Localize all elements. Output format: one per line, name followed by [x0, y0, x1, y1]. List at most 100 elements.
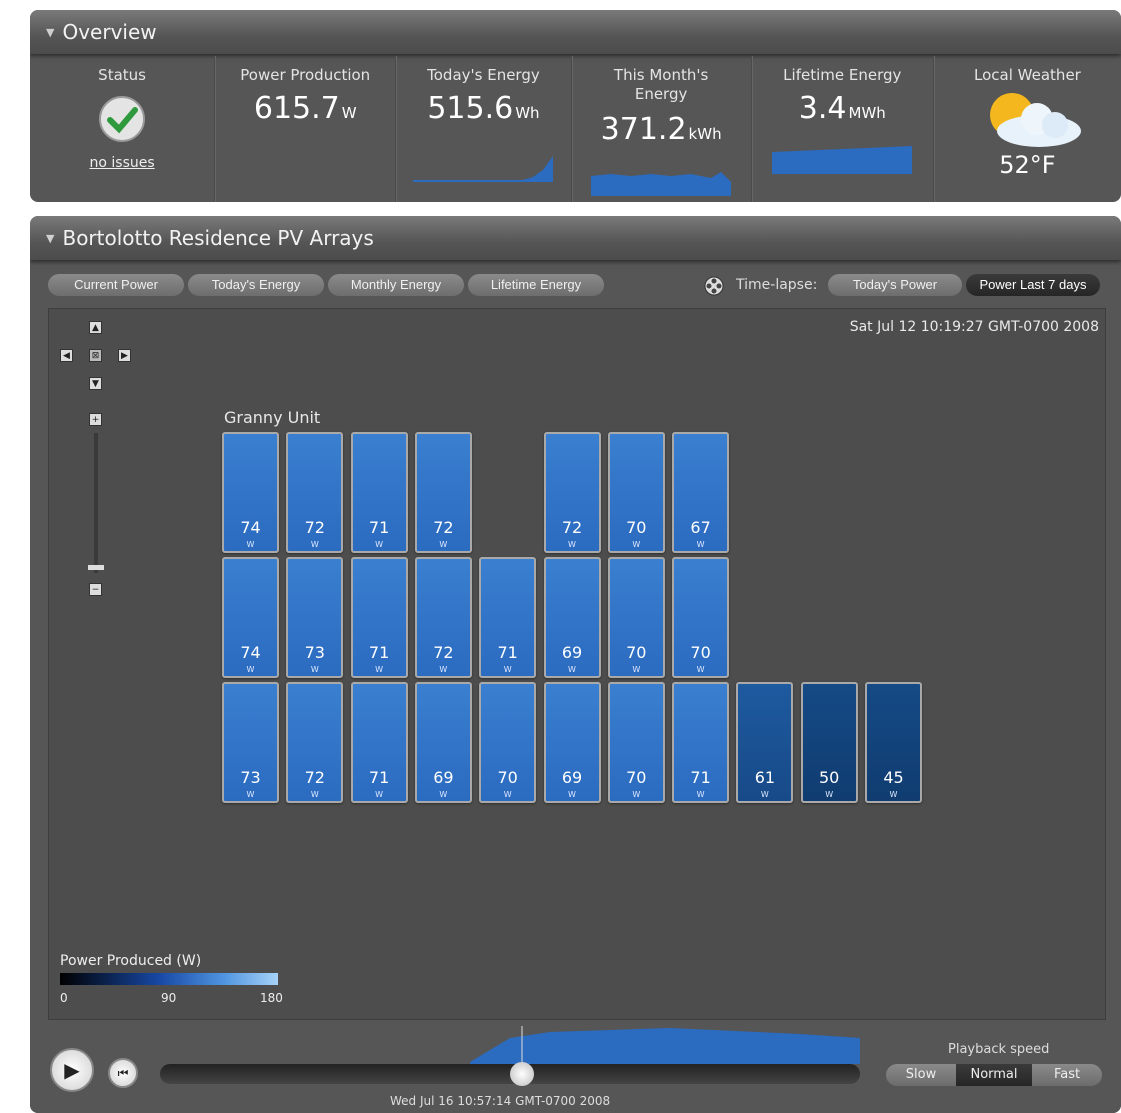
pv-panel-value: 72: [433, 643, 454, 662]
pv-panel-unit: W: [632, 665, 641, 674]
pv-panel[interactable]: 70 W: [607, 682, 665, 803]
pv-panel[interactable]: 72 W: [414, 557, 472, 678]
pv-panel-unit: W: [310, 790, 319, 799]
pv-panel-value: 45: [883, 768, 904, 787]
arrays-panel: ▼ Bortolotto Residence PV Arrays Current…: [30, 216, 1121, 1113]
today-energy-unit: Wh: [515, 104, 540, 122]
today-energy-cell: Today's Energy 515.6 Wh: [396, 56, 572, 202]
collapse-triangle-icon[interactable]: ▼: [46, 232, 54, 245]
pv-panel[interactable]: 69 W: [543, 557, 601, 678]
overview-header[interactable]: ▼ Overview: [30, 10, 1121, 54]
pv-panel[interactable]: 69 W: [414, 682, 472, 803]
pv-panel[interactable]: 71 W: [350, 682, 408, 803]
array-canvas[interactable]: Sat Jul 12 10:19:27 GMT-0700 2008 ▲ ◀ ⊠ …: [48, 308, 1106, 1020]
pv-panel[interactable]: 71 W: [350, 557, 408, 678]
month-energy-label: This Month's Energy: [613, 66, 709, 103]
pv-panel[interactable]: 72 W: [286, 432, 344, 553]
legend-title: Power Produced (W): [60, 953, 202, 969]
pv-panel-unit: W: [632, 540, 641, 549]
pv-panel-unit: W: [375, 790, 384, 799]
pv-panel-value: 72: [304, 768, 325, 787]
pv-panel-unit: W: [889, 790, 898, 799]
zoom-out-button[interactable]: −: [89, 583, 102, 596]
pan-left-button[interactable]: ◀: [60, 349, 73, 362]
speed-slow-button[interactable]: Slow: [886, 1064, 956, 1086]
tab-monthly-energy[interactable]: Monthly Energy: [328, 274, 464, 296]
pv-panel-unit: W: [503, 790, 512, 799]
pv-panel[interactable]: 72 W: [286, 682, 344, 803]
pan-up-button[interactable]: ▲: [89, 321, 102, 334]
pv-panel[interactable]: 50 W: [800, 682, 858, 803]
zoom-slider-track[interactable]: [94, 433, 98, 573]
playback-energy-curve: [470, 1026, 860, 1064]
pv-panel[interactable]: 72 W: [543, 432, 601, 553]
pv-panel[interactable]: 61 W: [736, 682, 794, 803]
pan-center-button[interactable]: ⊠: [89, 349, 102, 362]
overview-panel: ▼ Overview Status no issues Power Produc…: [30, 10, 1121, 202]
pv-panel-value: 71: [368, 518, 390, 537]
pv-panel[interactable]: 71 W: [350, 432, 408, 553]
power-unit: W: [341, 104, 357, 122]
pv-panel-unit: W: [246, 790, 255, 799]
pv-panel-unit: W: [439, 665, 448, 674]
pv-panel-unit: W: [503, 665, 512, 674]
pv-panel[interactable]: 67 W: [672, 432, 730, 553]
tab-lifetime-energy[interactable]: Lifetime Energy: [468, 274, 604, 296]
pv-panel[interactable]: 71 W: [479, 557, 537, 678]
today-energy-sparkline: [413, 156, 554, 182]
pv-panel[interactable]: 70 W: [607, 432, 665, 553]
lifetime-energy-cell: Lifetime Energy 3.4 MWh: [752, 56, 934, 202]
playback-speed-label: Playback speed: [948, 1042, 1050, 1057]
legend-tick-0: 0: [60, 991, 68, 1005]
overview-title: Overview: [62, 20, 157, 44]
pv-panel-unit: W: [246, 540, 255, 549]
legend-tick-90: 90: [161, 991, 177, 1005]
playback-knob[interactable]: [510, 1062, 534, 1086]
pv-panel-value: 69: [561, 768, 583, 787]
pan-down-button[interactable]: ▼: [89, 377, 102, 390]
pv-panel[interactable]: 69 W: [543, 682, 601, 803]
today-energy-label: Today's Energy: [427, 66, 540, 84]
lifetime-energy-value: 3.4: [798, 91, 847, 126]
lifetime-energy-sparkline: [772, 146, 913, 174]
month-energy-unit: kWh: [688, 125, 722, 143]
pv-panel[interactable]: 70 W: [479, 682, 537, 803]
pv-panel[interactable]: 70 W: [672, 557, 730, 678]
pv-panel[interactable]: 74 W: [222, 432, 279, 553]
pv-panel-value: 71: [368, 768, 390, 787]
collapse-triangle-icon[interactable]: ▼: [46, 26, 54, 39]
tab-power-last-7-days[interactable]: Power Last 7 days: [966, 274, 1100, 296]
pv-panel[interactable]: 73 W: [222, 682, 279, 803]
pv-panel-value: 70: [626, 768, 647, 787]
pv-panel[interactable]: 72 W: [414, 432, 472, 553]
tab-current-power[interactable]: Current Power: [48, 274, 184, 296]
pv-panel[interactable]: 70 W: [607, 557, 665, 678]
pv-panel[interactable]: 45 W: [865, 682, 922, 803]
pv-panel-value: 73: [240, 768, 261, 787]
weather-temp: 52°F: [999, 151, 1056, 179]
pv-panel-unit: W: [568, 790, 576, 799]
pv-panel[interactable]: 71 W: [672, 682, 730, 803]
speed-fast-button[interactable]: Fast: [1032, 1064, 1102, 1086]
speed-normal-button[interactable]: Normal: [956, 1064, 1032, 1086]
tab-todays-power[interactable]: Today's Power: [828, 274, 962, 296]
pv-panel[interactable]: 74 W: [222, 557, 279, 678]
pan-right-button[interactable]: ▶: [118, 349, 131, 362]
pv-panel-value: 70: [497, 768, 518, 787]
pv-panel-unit: W: [696, 665, 705, 674]
zoom-slider-handle[interactable]: [88, 565, 104, 570]
arrays-title: Bortolotto Residence PV Arrays: [62, 226, 374, 250]
play-button[interactable]: ▶: [50, 1048, 94, 1092]
tab-todays-energy[interactable]: Today's Energy: [188, 274, 324, 296]
pv-panel-value: 70: [690, 643, 711, 662]
month-energy-value: 371.2: [600, 112, 687, 147]
arrays-header[interactable]: ▼ Bortolotto Residence PV Arrays: [30, 216, 1121, 260]
lifetime-energy-unit: MWh: [848, 104, 886, 122]
pv-panel[interactable]: 73 W: [286, 557, 344, 678]
status-text[interactable]: no issues: [30, 155, 214, 171]
today-energy-value: 515.6: [427, 91, 514, 126]
skip-back-button[interactable]: ⏮: [108, 1058, 138, 1088]
weather-label: Local Weather: [974, 66, 1081, 84]
zoom-in-button[interactable]: +: [89, 413, 102, 426]
month-energy-sparkline: [591, 172, 732, 196]
